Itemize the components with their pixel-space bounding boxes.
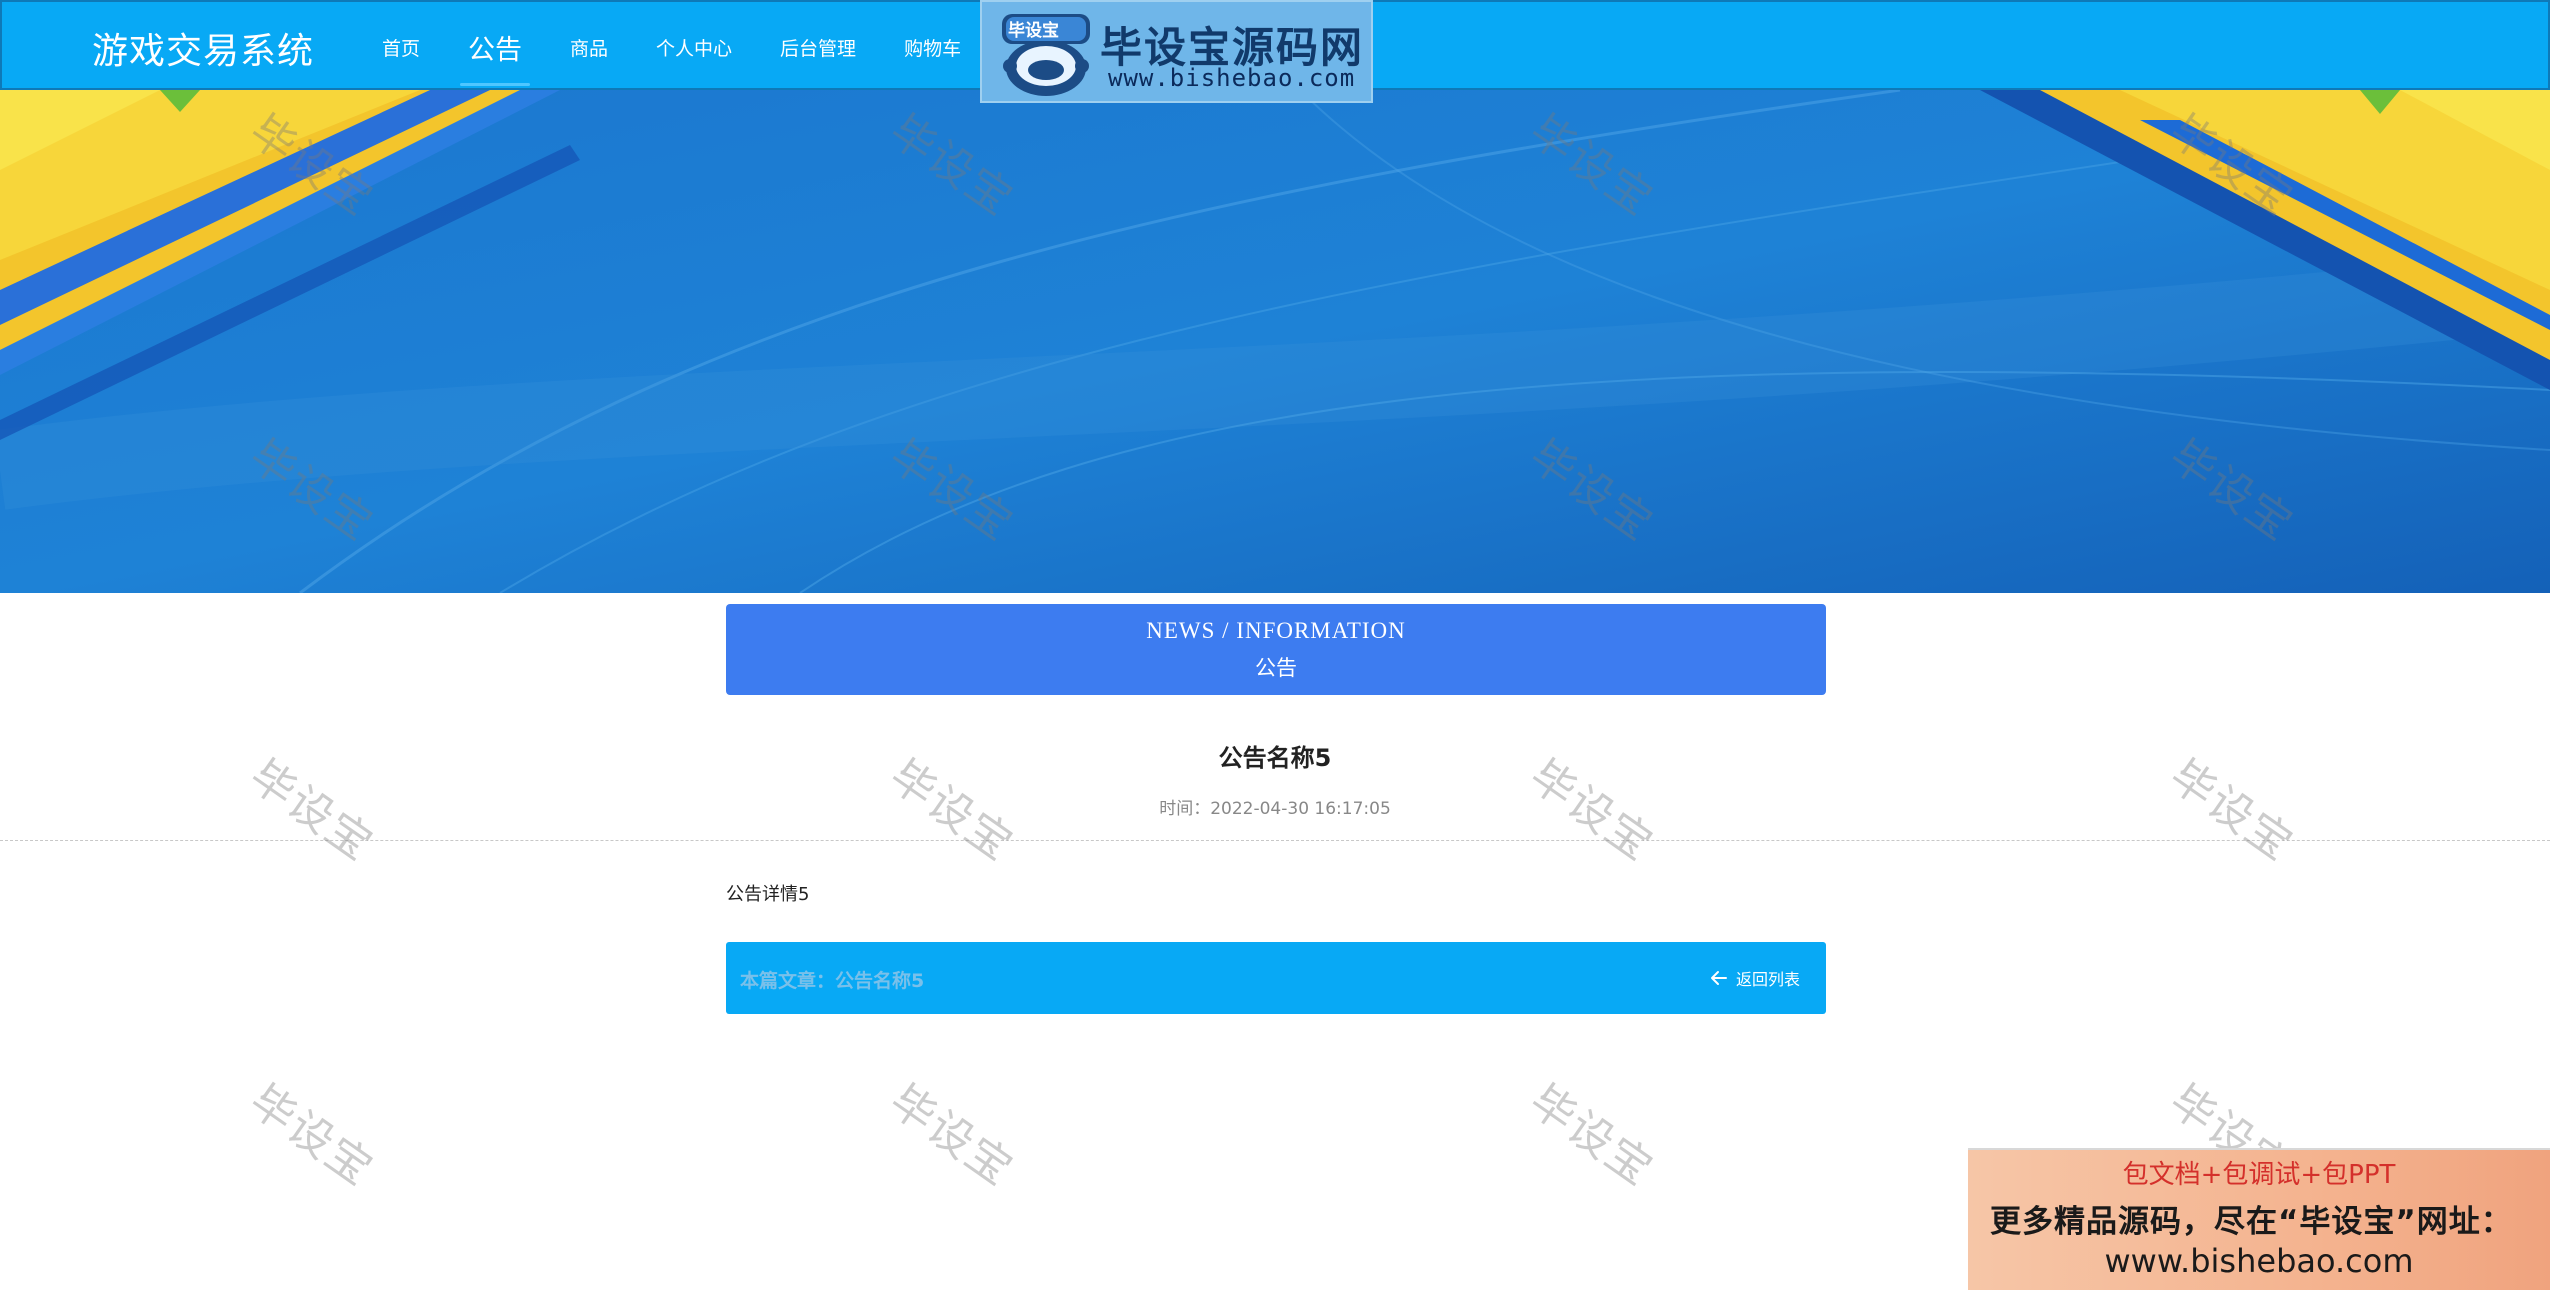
article-time: 时间：2022-04-30 16:17:05 (1159, 799, 1391, 819)
section-heading: NEWS / INFORMATION 公告 (726, 604, 1826, 695)
nav-item-home[interactable]: 首页 (382, 2, 420, 92)
article-title: 公告名称5 (1218, 744, 1332, 772)
back-to-list-button[interactable]: 返回列表 (1710, 966, 1800, 990)
watermark: 毕设宝 (880, 1075, 1023, 1197)
watermark: 毕设宝 (240, 1075, 383, 1197)
section-en-title: NEWS / INFORMATION (1146, 618, 1406, 643)
watermark: 毕设宝 (1520, 1075, 1663, 1197)
divider (0, 840, 2550, 841)
section-cn-title: 公告 (1255, 656, 1297, 680)
hero-banner[interactable] (0, 90, 2550, 593)
article-nav-bar: 本篇文章：公告名称5 返回列表 (726, 942, 1826, 1014)
nav-item-notice[interactable]: 公告 (460, 2, 531, 92)
arrow-left-icon (1710, 971, 1727, 985)
promo-ad-box[interactable]: 包文档+包调试+包PPT 更多精品源码，尽在“毕设宝”网址： www.bishe… (1968, 1148, 2550, 1290)
nav-item-cart[interactable]: 购物车 (904, 2, 961, 92)
main-nav: 首页 公告 商品 个人中心 后台管理 购物车 (382, 2, 1009, 92)
current-article-label: 本篇文章：公告名称5 (740, 970, 925, 992)
logo-url: www.bishebao.com (1108, 64, 1356, 92)
banner-artwork (0, 90, 2550, 593)
nav-item-admin[interactable]: 后台管理 (780, 2, 856, 92)
back-to-list-label: 返回列表 (1735, 970, 1800, 989)
article-content: 公告详情5 (726, 884, 810, 905)
bishebao-logo[interactable]: 毕设宝 毕设宝源码网 www.bishebao.com (980, 0, 1373, 103)
ad-line-3: www.bishebao.com (2104, 1242, 2414, 1280)
nav-item-profile[interactable]: 个人中心 (656, 2, 732, 92)
logo-badge-text: 毕设宝 (1008, 21, 1059, 41)
nav-item-products[interactable]: 商品 (570, 2, 608, 92)
site-brand[interactable]: 游戏交易系统 (92, 22, 314, 74)
ad-line-2: 更多精品源码，尽在“毕设宝”网址： (1990, 1204, 2513, 1240)
ad-line-1: 包文档+包调试+包PPT (2122, 1160, 2396, 1190)
